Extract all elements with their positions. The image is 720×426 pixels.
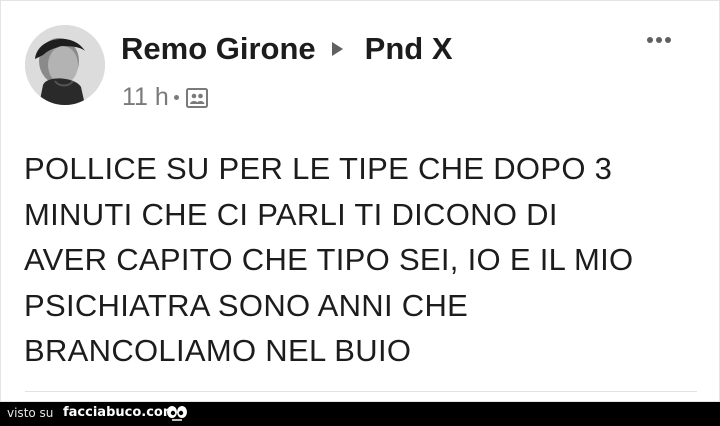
post-text-line: MINUTI CHE CI PARLI TI DICONO DI xyxy=(24,196,558,232)
post-text: POLLICE SU PER LE TIPE CHE DOPO 3 MINUTI… xyxy=(24,146,704,374)
avatar-photo-icon xyxy=(25,25,105,105)
eyes-logo-icon xyxy=(167,406,187,421)
separator-dot xyxy=(173,95,179,100)
group-name[interactable]: Pnd X xyxy=(365,31,453,67)
watermark-prefix: visto su xyxy=(7,406,54,420)
group-audience-icon xyxy=(185,87,208,108)
post-card: Remo Girone Pnd X 11 h POLLICE SU PER LE… xyxy=(0,0,720,402)
post-text-line: AVER CAPITO CHE TIPO SEI, IO E IL MIO xyxy=(24,242,634,277)
arrow-right-icon xyxy=(331,42,343,56)
watermark-bar: visto su facciabuco.com xyxy=(0,402,720,426)
post-text-line: POLLICE SU PER LE TIPE CHE DOPO 3 xyxy=(24,151,613,186)
post-meta: 11 h xyxy=(122,83,209,112)
more-dot xyxy=(647,37,653,43)
more-dot xyxy=(665,37,671,43)
post-header-title: Remo Girone Pnd X xyxy=(121,31,453,67)
more-options-icon[interactable] xyxy=(647,37,671,43)
post-text-line: BRANCOLIAMO NEL BUIO xyxy=(24,333,412,368)
post-text-line: PSICHIATRA SONO ANNI CHE xyxy=(24,287,469,323)
divider xyxy=(25,391,697,392)
avatar[interactable] xyxy=(25,25,105,105)
watermark-site[interactable]: facciabuco.com xyxy=(63,405,176,420)
more-dot xyxy=(656,37,662,43)
timestamp[interactable]: 11 h xyxy=(122,83,169,112)
author-name[interactable]: Remo Girone xyxy=(121,31,316,67)
